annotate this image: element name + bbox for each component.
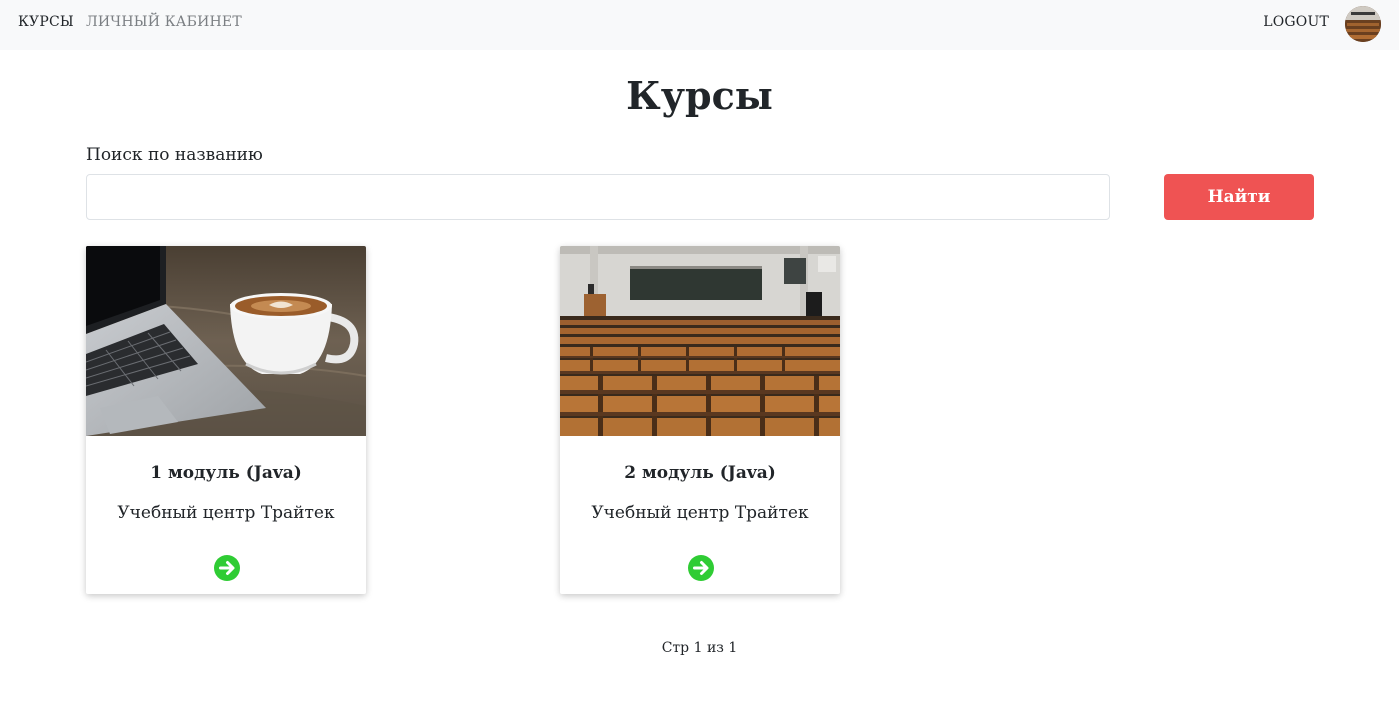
logout-link[interactable]: LOGOUT xyxy=(1263,14,1329,30)
course-image xyxy=(560,246,840,436)
course-subtitle: Учебный центр Трайтек xyxy=(591,503,809,523)
navbar: КУРСЫ ЛИЧНЫЙ КАБИНЕТ LOGOUT xyxy=(0,0,1399,50)
nav-cabinet-link[interactable]: ЛИЧНЫЙ КАБИНЕТ xyxy=(86,14,242,30)
avatar[interactable] xyxy=(1345,6,1381,42)
search-label: Поиск по названию xyxy=(86,145,263,165)
arrow-right-circle-icon[interactable] xyxy=(214,555,240,581)
course-card: 2 модуль (Java) Учебный центр Трайтек xyxy=(560,246,840,594)
search-button[interactable]: Найти xyxy=(1164,174,1314,220)
course-subtitle: Учебный центр Трайтек xyxy=(117,503,335,523)
nav-courses-link[interactable]: КУРСЫ xyxy=(18,14,74,30)
search-input[interactable] xyxy=(86,174,1110,220)
course-title: 1 модуль (Java) xyxy=(150,463,302,483)
course-card: 1 модуль (Java) Учебный центр Трайтек xyxy=(86,246,366,594)
page-title: Курсы xyxy=(626,73,773,118)
arrow-right-circle-icon[interactable] xyxy=(688,555,714,581)
course-title: 2 модуль (Java) xyxy=(624,463,776,483)
course-image xyxy=(86,246,366,436)
pagination-info: Стр 1 из 1 xyxy=(661,640,738,656)
